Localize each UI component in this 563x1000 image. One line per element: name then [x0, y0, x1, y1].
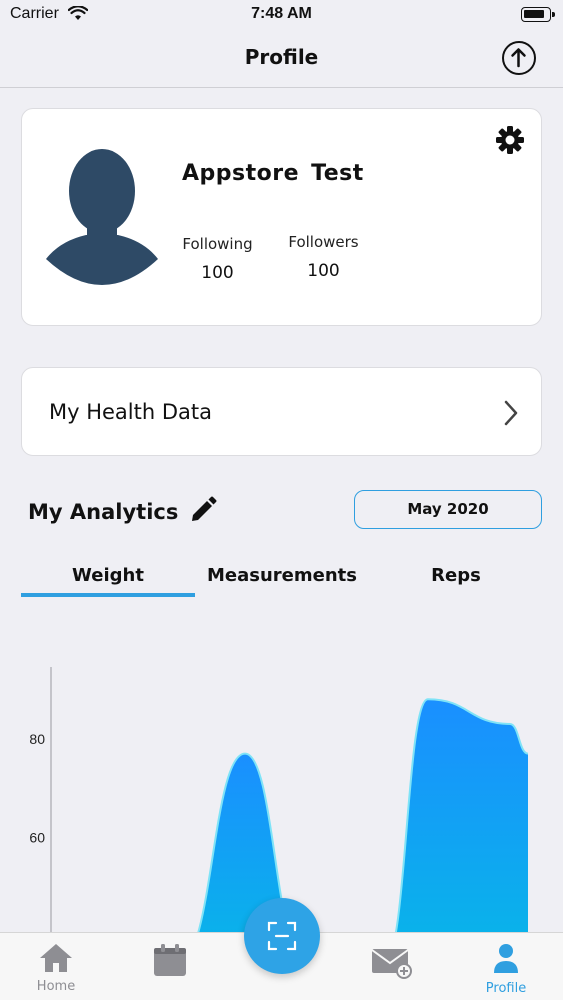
tab-measurements[interactable]: Measurements [195, 565, 369, 586]
person-icon [494, 944, 518, 973]
tabbar-item-messages[interactable] [357, 943, 427, 985]
analytics-tabs: Weight Measurements Reps [21, 565, 542, 599]
following-stat[interactable]: Following 100 [180, 235, 255, 283]
tabbar-item-profile[interactable]: Profile [471, 943, 541, 996]
month-selector-button[interactable]: May 2020 [354, 490, 542, 529]
health-data-row[interactable]: My Health Data [21, 367, 542, 456]
followers-label: Followers [288, 233, 359, 251]
upload-button[interactable] [502, 41, 536, 75]
upload-arrow-icon [511, 48, 526, 68]
home-icon [40, 944, 72, 972]
scan-button[interactable] [244, 898, 320, 974]
followers-count: 100 [307, 261, 340, 281]
health-data-label: My Health Data [49, 400, 212, 424]
pencil-icon[interactable] [189, 496, 217, 524]
weight-area-1 [395, 699, 528, 935]
chevron-right-icon [504, 400, 518, 426]
page-title: Profile [244, 45, 319, 69]
tab-reps[interactable]: Reps [369, 565, 543, 586]
following-label: Following [182, 235, 253, 253]
gear-icon[interactable] [495, 125, 525, 155]
tabbar-label-home: Home [36, 979, 76, 994]
following-count: 100 [201, 263, 234, 283]
mail-add-icon [371, 949, 412, 979]
avatar[interactable] [46, 147, 158, 285]
followers-stat[interactable]: Followers 100 [286, 233, 361, 281]
tabbar-item-calendar[interactable] [135, 943, 205, 983]
y-tick-label: 60 [29, 830, 45, 846]
scan-icon [267, 921, 297, 951]
status-bar: Carrier 7:48 AM [0, 0, 563, 30]
status-time: 7:48 AM [251, 5, 312, 22]
tab-weight[interactable]: Weight [21, 565, 195, 586]
tab-selected-indicator [21, 593, 195, 597]
analytics-title: My Analytics [28, 500, 179, 524]
y-tick-label: 80 [29, 731, 45, 747]
nav-bar: Profile [0, 30, 563, 88]
weight-chart: 806040 [29, 667, 529, 935]
tabbar-label-profile: Profile [485, 981, 527, 996]
weight-area-0 [197, 753, 289, 935]
profile-name: Appstore Test [182, 161, 364, 186]
calendar-icon [154, 944, 186, 976]
tabbar-item-home[interactable]: Home [21, 943, 91, 994]
battery-icon [521, 7, 555, 22]
profile-card: Appstore Test Following 100 Followers 10… [21, 108, 542, 326]
